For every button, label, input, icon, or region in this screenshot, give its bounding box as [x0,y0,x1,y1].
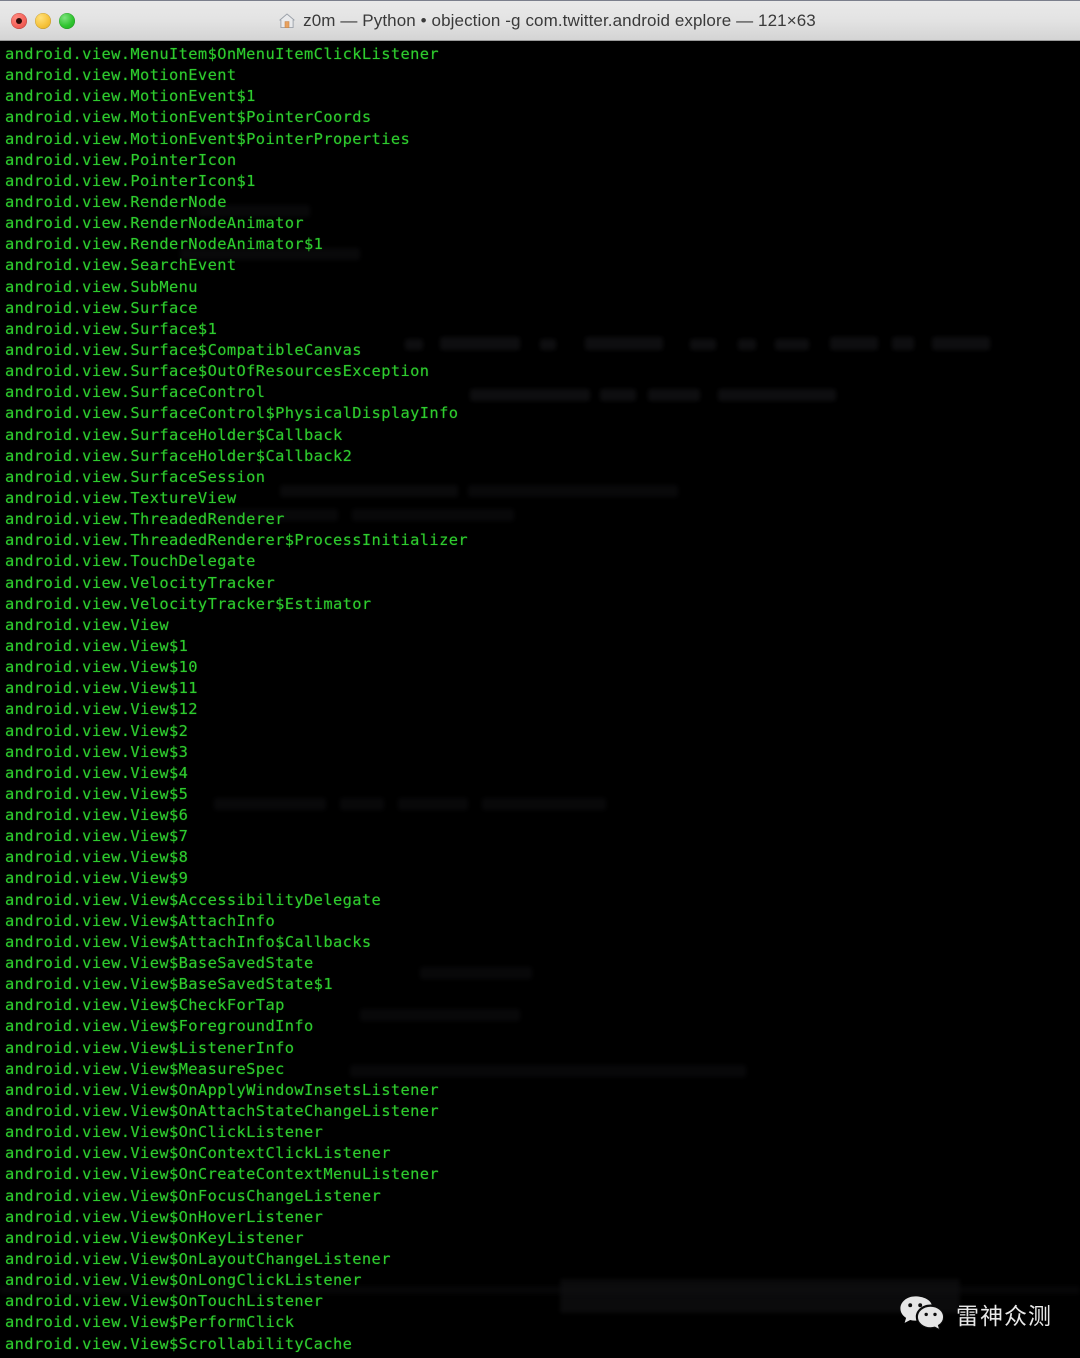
zoom-button[interactable] [59,12,75,29]
terminal-line: android.view.Surface$OutOfResourcesExcep… [5,362,430,381]
terminal-line: android.view.MotionEvent$PointerProperti… [5,129,411,148]
terminal-line: android.view.View$6 [5,806,189,825]
terminal-line: android.view.View$AttachInfo$Callbacks [5,932,372,951]
terminal-line: android.view.View$ForegroundInfo [5,1017,314,1036]
terminal-line: android.view.View$BaseSavedState [5,954,314,973]
terminal-line: android.view.View$OnContextClickListener [5,1144,391,1163]
watermark: 雷神众测 [899,1294,1052,1334]
terminal-line: android.view.View$11 [5,679,198,698]
terminal-line: android.view.MotionEvent [5,66,237,85]
terminal-line: android.view.SurfaceControl$PhysicalDisp… [5,404,459,423]
terminal-line: android.view.VelocityTracker$Estimator [5,594,372,613]
terminal-line: android.view.View$2 [5,721,189,740]
terminal-line: android.view.Surface$CompatibleCanvas [5,340,362,359]
terminal-line: android.view.View$AttachInfo [5,911,276,930]
terminal-line: android.view.View$9 [5,869,189,888]
terminal-line: android.view.TouchDelegate [5,552,256,571]
terminal-line: android.view.SurfaceSession [5,467,266,486]
terminal-line: android.view.RenderNode [5,192,227,211]
terminal-line: android.view.SurfaceHolder$Callback2 [5,446,353,465]
terminal-line: android.view.View$AccessibilityDelegate [5,890,382,909]
terminal-line: android.view.View$5 [5,784,189,803]
close-button[interactable] [11,12,27,29]
terminal-line: android.view.View$OnApplyWindowInsetsLis… [5,1080,440,1099]
terminal-line: android.view.View$7 [5,827,189,846]
terminal-line: android.view.View$OnFocusChangeListener [5,1186,382,1205]
terminal-line: android.view.View$10 [5,658,198,677]
terminal-line: android.view.View$8 [5,848,189,867]
terminal-line: android.view.RenderNodeAnimator$1 [5,235,324,254]
window-titlebar[interactable]: z0m — Python • objection -g com.twitter.… [0,0,1080,41]
wechat-icon [899,1294,945,1334]
home-folder-icon [278,12,296,30]
terminal-line: android.view.MenuItem$OnMenuItemClickLis… [5,45,440,63]
terminal-line: android.view.View$12 [5,700,198,719]
terminal-line: android.view.SubMenu [5,277,198,296]
terminal-line: android.view.View$OnLongClickListener [5,1271,362,1290]
terminal-line: android.view.View$OnCreateContextMenuLis… [5,1165,440,1184]
terminal-line: android.view.View$BaseSavedState$1 [5,975,333,994]
terminal-line: android.view.Surface$1 [5,319,218,338]
terminal-line: android.view.MotionEvent$1 [5,87,256,106]
terminal-line: android.view.ThreadedRenderer [5,510,285,529]
terminal-line: android.view.View$ScrollabilityCache [5,1334,353,1353]
terminal-line: android.view.View$OnAttachStateChangeLis… [5,1102,440,1121]
terminal-line: android.view.View$CheckForTap [5,996,285,1015]
terminal-line: android.view.PointerIcon$1 [5,171,256,190]
watermark-text: 雷神众测 [956,1304,1052,1330]
terminal-line: android.view.PointerIcon [5,150,237,169]
terminal-line: android.view.View$OnClickListener [5,1123,324,1142]
terminal-line: android.view.View$OnHoverListener [5,1207,324,1226]
terminal-line: android.view.SurfaceControl [5,383,266,402]
terminal-line: android.view.MotionEvent$PointerCoords [5,108,372,127]
terminal-line: android.view.RenderNodeAnimator [5,214,305,233]
terminal-line: android.view.VelocityTracker [5,573,276,592]
terminal-line: android.view.View$1 [5,636,189,655]
window-title-group: z0m — Python • objection -g com.twitter.… [264,11,816,31]
terminal-line: android.view.View$OnLayoutChangeListener [5,1250,391,1269]
terminal-line: android.view.View$OnKeyListener [5,1228,305,1247]
terminal-line: android.view.TextureView [5,488,237,507]
terminal-line: android.view.View [5,615,169,634]
terminal-line: android.view.Surface [5,298,198,317]
window-title: z0m — Python • objection -g com.twitter.… [303,10,816,30]
terminal-line: android.view.SurfaceHolder$Callback [5,425,343,444]
terminal-line: android.view.View$3 [5,742,189,761]
terminal-output-area[interactable]: android.view.MenuItem$OnMenuItemClickLis… [0,41,1080,1358]
terminal-line: android.view.View$ListenerInfo [5,1038,295,1057]
terminal-line: android.view.SearchEvent [5,256,237,275]
minimize-button[interactable] [35,12,51,29]
terminal-window: z0m — Python • objection -g com.twitter.… [0,0,1080,1358]
window-controls [11,12,75,29]
terminal-line-list: android.view.MenuItem$OnMenuItemClickLis… [5,44,1080,1355]
terminal-line: android.view.View$MeasureSpec [5,1059,285,1078]
terminal-line: android.view.ThreadedRenderer$ProcessIni… [5,531,469,550]
terminal-line: android.view.View$4 [5,763,189,782]
